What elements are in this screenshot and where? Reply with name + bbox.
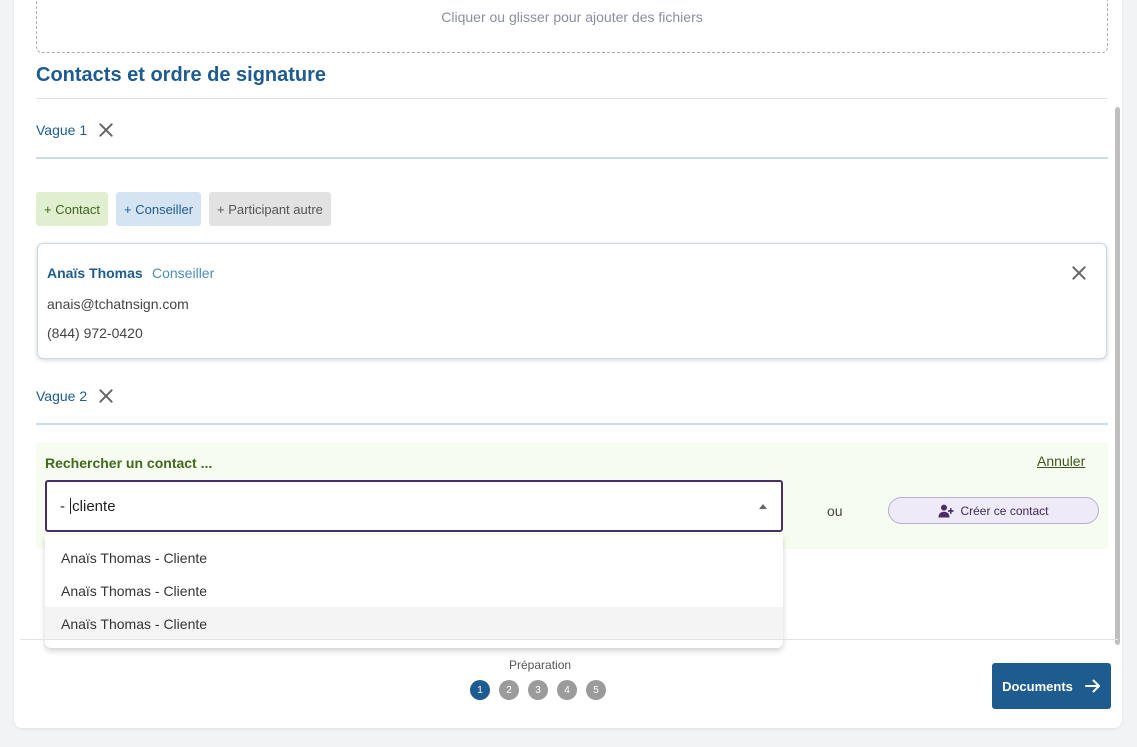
create-contact-button[interactable]: Créer ce contact — [888, 497, 1099, 524]
search-title: Rechercher un contact ... — [45, 455, 213, 471]
suggestion-item[interactable]: Anaïs Thomas - Cliente — [45, 574, 783, 607]
wave-2-label: Vague 2 — [36, 388, 88, 404]
step-label: Préparation — [509, 658, 572, 672]
search-value-prefix: - — [60, 497, 70, 515]
wave-1-divider — [36, 157, 1108, 159]
suggestions-dropdown: Anaïs Thomas - Cliente Anaïs Thomas - Cl… — [45, 535, 783, 648]
step-5[interactable]: 5 — [586, 680, 606, 700]
or-separator: ou — [827, 503, 843, 519]
step-1[interactable]: 1 — [470, 680, 490, 700]
add-conseiller-button[interactable]: + Conseiller — [116, 192, 202, 226]
add-participant-buttons: + Contact + Conseiller + Participant aut… — [36, 192, 331, 226]
participant-name: Anaïs Thomas — [47, 265, 143, 281]
suggestion-item[interactable]: Anaïs Thomas - Cliente — [45, 541, 783, 574]
remove-participant-close-icon[interactable] — [1070, 264, 1088, 282]
add-contact-button[interactable]: + Contact — [36, 192, 109, 226]
step-4[interactable]: 4 — [557, 680, 577, 700]
section-divider — [36, 98, 1108, 99]
scrollbar[interactable] — [1115, 107, 1120, 645]
file-dropzone[interactable]: Cliquer ou glisser pour ajouter des fich… — [36, 0, 1108, 53]
text-caret — [70, 498, 72, 514]
contact-search-panel: Rechercher un contact ... Annuler - clie… — [36, 442, 1108, 549]
step-2[interactable]: 2 — [499, 680, 519, 700]
participant-email: anais@tchatnsign.com — [47, 296, 189, 312]
wave-2-divider — [36, 423, 1108, 425]
dropzone-hint: Cliquer ou glisser pour ajouter des fich… — [441, 8, 703, 25]
footer-divider — [20, 639, 1118, 640]
section-title: Contacts et ordre de signature — [36, 64, 327, 86]
caret-up-icon[interactable] — [759, 504, 767, 509]
contact-search-input[interactable]: - cliente — [45, 480, 783, 532]
stepper: 1 2 3 4 5 — [470, 680, 606, 700]
create-contact-label: Créer ce contact — [960, 503, 1049, 518]
next-button-label: Documents — [1002, 678, 1073, 694]
remove-wave-1-close-icon[interactable] — [97, 121, 115, 139]
search-value: cliente — [72, 497, 116, 515]
add-user-icon — [938, 504, 955, 517]
add-other-participant-button[interactable]: + Participant autre — [209, 192, 331, 226]
wave-1-header: Vague 1 — [36, 121, 115, 139]
step-3[interactable]: 3 — [528, 680, 548, 700]
participant-card: Anaïs Thomas Conseiller anais@tchatnsign… — [37, 243, 1107, 359]
arrow-right-icon — [1084, 679, 1100, 693]
remove-wave-2-close-icon[interactable] — [97, 387, 115, 405]
suggestion-item[interactable]: Anaïs Thomas - Cliente — [45, 607, 783, 640]
participant-phone: (844) 972-0420 — [47, 325, 143, 341]
cancel-link[interactable]: Annuler — [1037, 453, 1085, 469]
participant-role: Conseiller — [152, 265, 215, 281]
wave-1-label: Vague 1 — [36, 122, 88, 138]
next-documents-button[interactable]: Documents — [992, 663, 1111, 709]
wave-2-header: Vague 2 — [36, 387, 115, 405]
